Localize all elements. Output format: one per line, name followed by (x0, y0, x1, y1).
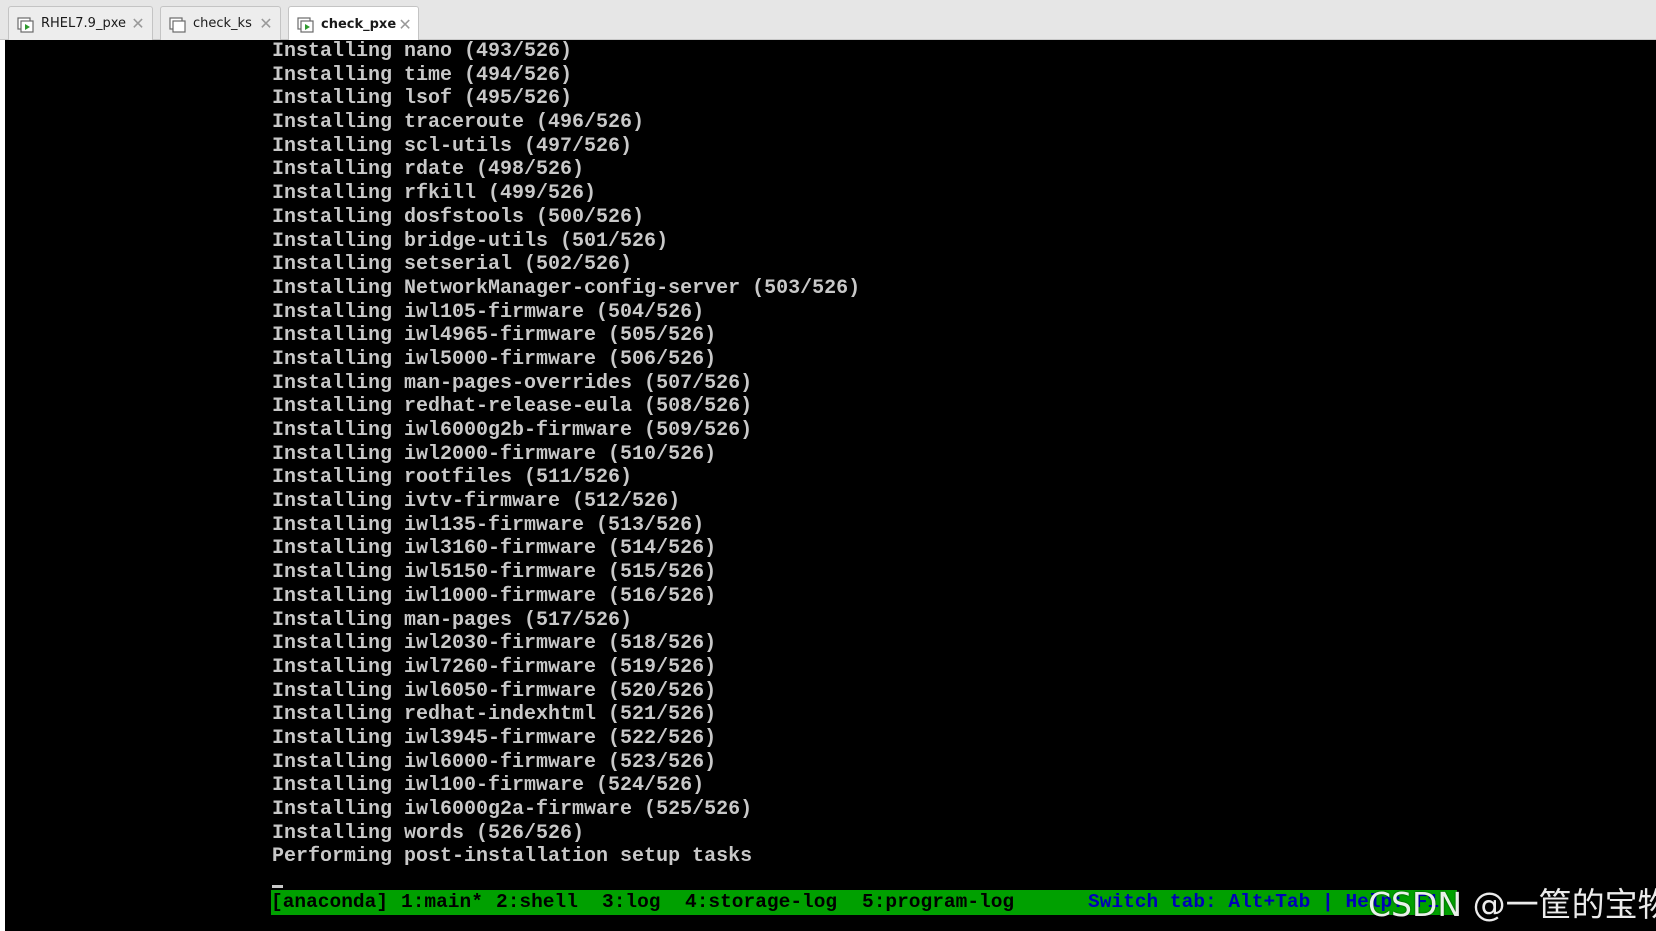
close-icon[interactable]: ✕ (256, 14, 276, 33)
console-line: Installing iwl135-firmware (513/526) (272, 513, 705, 537)
console-line: Installing rootfiles (511/526) (272, 466, 633, 490)
console-line: Installing iwl5000-firmware (506/526) (272, 347, 717, 371)
console-line: Installing NetworkManager-config-server … (272, 276, 861, 300)
console-line: Installing iwl6000g2a-firmware (525/526) (272, 798, 753, 821)
console-line: Installing iwl6000-firmware (523/526) (272, 750, 717, 774)
anaconda-label: [anaconda] (271, 891, 389, 913)
tmux-tab-storage-log[interactable]: 4:storage-log (685, 890, 837, 915)
console-line: Installing iwl5150-firmware (515/526) (272, 561, 717, 585)
vm-console-screen[interactable]: Installing nano (493/526) Installing time… (5, 40, 1656, 931)
vm-running-icon (17, 15, 35, 33)
console-line: Installing iwl3945-firmware (522/526) (272, 726, 717, 750)
vm-running-icon (297, 15, 315, 33)
tab-label: check_ks (193, 16, 252, 31)
console-line: Performing post-installation setup tasks (272, 845, 753, 869)
console-line: Installing iwl2000-firmware (510/526) (272, 442, 717, 466)
tab-label: check_pxe (321, 16, 397, 32)
vm-tab-bar: RHEL7.9_pxe ✕ check_ks ✕ check_pxe ✕ (0, 0, 1656, 41)
tab-check-pxe[interactable]: check_pxe ✕ (288, 6, 419, 41)
console-line: Installing iwl4965-firmware (505/526) (272, 324, 717, 348)
console-line: Installing nano (493/526) (272, 40, 573, 63)
tmux-tab-program-log[interactable]: 5:program-log (862, 890, 1014, 915)
console-line: Installing scl-utils (497/526) (272, 134, 633, 158)
console-line: Installing redhat-release-eula (508/526) (272, 395, 753, 419)
console-line: Installing iwl2030-firmware (518/526) (272, 632, 717, 656)
console-line: Installing traceroute (496/526) (272, 111, 645, 135)
console-line: Installing lsof (495/526) (272, 87, 573, 111)
text-cursor (272, 885, 283, 888)
console-line: Installing iwl6050-firmware (520/526) (272, 679, 717, 703)
console-line: Installing rdate (498/526) (272, 158, 585, 182)
console-line: Installing rfkill (499/526) (272, 182, 597, 206)
csdn-watermark: CSDN @一筐的宝物 (1368, 885, 1656, 924)
console-line: Installing dosfstools (500/526) (272, 205, 645, 229)
console-line: Installing ivtv-firmware (512/526) (272, 490, 681, 514)
tmux-tab-log[interactable]: 3:log (602, 890, 661, 915)
tab-label: RHEL7.9_pxe (41, 16, 126, 31)
console-line: Installing bridge-utils (501/526) (272, 229, 669, 253)
console-line: Installing iwl1000-firmware (516/526) (272, 584, 717, 608)
console-line: Installing iwl100-firmware (524/526) (272, 774, 705, 798)
close-icon[interactable]: ✕ (396, 15, 414, 34)
console-line: Installing words (526/526) (272, 821, 585, 845)
console-line: Installing iwl6000g2b-firmware (509/526) (272, 419, 753, 442)
tmux-tab-main[interactable]: 1:main* (401, 890, 483, 915)
console-line: Installing time (494/526) (272, 63, 573, 87)
close-icon[interactable]: ✕ (128, 14, 148, 33)
console-line: Installing iwl3160-firmware (514/526) (272, 537, 717, 561)
console-output: Installing nano (493/526) Installing time… (272, 40, 860, 869)
console-line: Installing iwl7260-firmware (519/526) (272, 655, 717, 679)
anaconda-status-bar: [anaconda] 1:main* 2:shell 3:log 4:stora… (271, 890, 1457, 915)
tab-rhel79-pxe[interactable]: RHEL7.9_pxe ✕ (8, 6, 153, 40)
console-line: Installing setserial (502/526) (272, 253, 633, 277)
tmux-tab-shell[interactable]: 2:shell (496, 890, 578, 915)
vm-icon (169, 15, 187, 33)
console-line: Installing redhat-indexhtml (521/526) (272, 703, 717, 727)
console-line: Installing iwl105-firmware (504/526) (272, 300, 705, 324)
console-line: Installing man-pages (517/526) (272, 608, 633, 632)
console-line: Installing man-pages-overrides (507/526) (272, 371, 753, 395)
tab-check-ks[interactable]: check_ks ✕ (160, 6, 281, 40)
